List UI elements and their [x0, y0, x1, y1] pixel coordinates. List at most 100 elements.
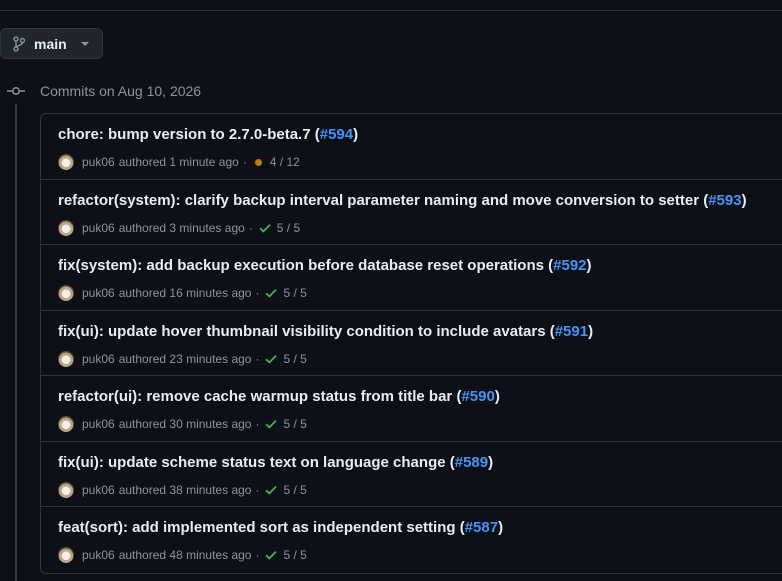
- git-branch-icon: [13, 35, 25, 52]
- meta-separator: ·: [248, 220, 253, 235]
- commit-row: refactor(ui): remove cache warmup status…: [41, 376, 782, 442]
- commit-title-close[interactable]: ): [587, 257, 592, 274]
- commit-time: authored 38 minutes ago: [118, 482, 252, 497]
- avatar[interactable]: [58, 416, 74, 432]
- commit-time: authored 16 minutes ago: [118, 286, 252, 300]
- commit-title-text[interactable]: fix(ui): update scheme status text on la…: [58, 454, 455, 471]
- meta-separator: ·: [255, 351, 260, 366]
- commit-row: fix(system): add backup execution before…: [41, 245, 782, 311]
- commit-message[interactable]: fix(ui): update hover thumbnail visibili…: [58, 322, 782, 342]
- check-status[interactable]: [263, 550, 283, 560]
- pull-request-link[interactable]: #592: [553, 257, 586, 274]
- check-count[interactable]: 5 / 5: [277, 221, 300, 235]
- commit-meta: puk06 authored 16 minutes ago · 5 / 5: [58, 284, 782, 302]
- commit-title-text[interactable]: fix(system): add backup execution before…: [58, 257, 553, 274]
- check-status[interactable]: [263, 354, 283, 364]
- avatar[interactable]: [58, 154, 74, 170]
- commit-author[interactable]: puk06: [82, 352, 115, 366]
- commit-title-close[interactable]: ): [488, 454, 493, 471]
- check-status[interactable]: [263, 288, 283, 298]
- commit-meta: puk06 authored 1 minute ago · 4 / 12: [58, 153, 782, 171]
- avatar[interactable]: [58, 285, 74, 301]
- check-status[interactable]: [257, 223, 277, 233]
- commit-message[interactable]: refactor(ui): remove cache warmup status…: [58, 387, 782, 407]
- commit-message[interactable]: chore: bump version to 2.7.0-beta.7 (#59…: [58, 125, 782, 145]
- commit-time: authored 3 minutes ago: [118, 220, 245, 235]
- commit-group-header: Commits on Aug 10, 2026: [0, 80, 201, 102]
- meta-separator: ·: [255, 548, 260, 562]
- commit-title-text[interactable]: chore: bump version to 2.7.0-beta.7 (: [58, 126, 320, 143]
- check-icon: [265, 485, 278, 495]
- commit-row: fix(ui): update scheme status text on la…: [41, 442, 782, 507]
- pull-request-link[interactable]: #593: [708, 192, 741, 209]
- check-count[interactable]: 5 / 5: [283, 483, 306, 497]
- pull-request-link[interactable]: #589: [455, 454, 488, 471]
- commit-time: authored 30 minutes ago: [118, 417, 252, 431]
- check-status[interactable]: [251, 158, 270, 166]
- commit-meta: puk06 authored 30 minutes ago · 5 / 5: [58, 415, 782, 433]
- check-icon: [265, 419, 278, 429]
- commit-message[interactable]: fix(ui): update scheme status text on la…: [58, 453, 782, 473]
- commit-row: refactor(system): clarify backup interva…: [41, 180, 782, 245]
- pull-request-link[interactable]: #590: [461, 388, 494, 405]
- check-count[interactable]: 5 / 5: [283, 352, 306, 366]
- commit-title-close[interactable]: ): [353, 126, 358, 143]
- avatar[interactable]: [58, 350, 74, 367]
- commit-title-text[interactable]: feat(sort): add implemented sort as inde…: [58, 519, 465, 536]
- branch-selector-button[interactable]: main: [0, 28, 103, 59]
- commit-author[interactable]: puk06: [82, 155, 115, 169]
- check-count[interactable]: 5 / 5: [283, 548, 306, 562]
- chevron-down-icon: [80, 41, 89, 46]
- git-commit-icon: [0, 80, 31, 102]
- commit-time: authored 23 minutes ago: [118, 351, 252, 366]
- commit-list: chore: bump version to 2.7.0-beta.7 (#59…: [40, 113, 782, 574]
- pull-request-link[interactable]: #587: [465, 519, 498, 536]
- check-count[interactable]: 5 / 5: [283, 417, 306, 431]
- commit-title-text[interactable]: refactor(system): clarify backup interva…: [58, 192, 708, 209]
- check-icon: [265, 550, 278, 560]
- commits-page: main Commits on Aug 10, 2026 chore: bump…: [0, 0, 782, 581]
- commit-title-close[interactable]: ): [495, 388, 500, 405]
- commit-message[interactable]: fix(system): add backup execution before…: [58, 256, 782, 276]
- commit-row: chore: bump version to 2.7.0-beta.7 (#59…: [41, 114, 782, 180]
- avatar[interactable]: [58, 219, 74, 236]
- avatar[interactable]: [58, 547, 74, 563]
- check-status[interactable]: [263, 485, 283, 495]
- commit-row: feat(sort): add implemented sort as inde…: [41, 507, 782, 573]
- commit-title-text[interactable]: refactor(ui): remove cache warmup status…: [58, 388, 461, 405]
- commit-title-text[interactable]: fix(ui): update hover thumbnail visibili…: [58, 323, 555, 340]
- commit-meta: puk06 authored 38 minutes ago · 5 / 5: [58, 481, 782, 499]
- check-icon: [265, 354, 278, 364]
- check-icon: [259, 223, 271, 233]
- commit-title-close[interactable]: ): [742, 192, 747, 209]
- pending-dot-icon: [254, 158, 262, 166]
- commit-author[interactable]: puk06: [82, 483, 115, 497]
- meta-separator: ·: [255, 417, 260, 431]
- commit-message[interactable]: refactor(system): clarify backup interva…: [58, 191, 782, 211]
- pull-request-link[interactable]: #591: [555, 323, 588, 340]
- pull-request-link[interactable]: #594: [320, 126, 353, 143]
- check-icon: [265, 288, 278, 298]
- commit-meta: puk06 authored 3 minutes ago · 5 / 5: [58, 219, 782, 237]
- commit-group-title: Commits on Aug 10, 2026: [40, 83, 202, 99]
- meta-separator: ·: [255, 482, 260, 497]
- timeline-line: [15, 104, 17, 581]
- commit-row: fix(ui): update hover thumbnail visibili…: [41, 311, 782, 376]
- commit-message[interactable]: feat(sort): add implemented sort as inde…: [58, 518, 782, 538]
- commit-title-close[interactable]: ): [498, 519, 503, 536]
- branch-name: main: [34, 35, 67, 52]
- check-status[interactable]: [263, 419, 283, 429]
- commit-title-close[interactable]: ): [588, 323, 593, 340]
- commit-meta: puk06 authored 23 minutes ago · 5 / 5: [58, 350, 782, 368]
- commit-meta: puk06 authored 48 minutes ago · 5 / 5: [58, 546, 782, 564]
- header-divider: [0, 10, 782, 11]
- check-count[interactable]: 5 / 5: [283, 286, 306, 300]
- commit-author[interactable]: puk06: [82, 417, 115, 431]
- commit-author[interactable]: puk06: [82, 548, 115, 562]
- commit-time: authored 48 minutes ago: [118, 548, 252, 562]
- avatar[interactable]: [58, 481, 74, 498]
- check-count[interactable]: 4 / 12: [270, 155, 300, 169]
- commit-author[interactable]: puk06: [82, 286, 115, 300]
- commit-author[interactable]: puk06: [82, 221, 115, 235]
- meta-separator: ·: [242, 155, 247, 169]
